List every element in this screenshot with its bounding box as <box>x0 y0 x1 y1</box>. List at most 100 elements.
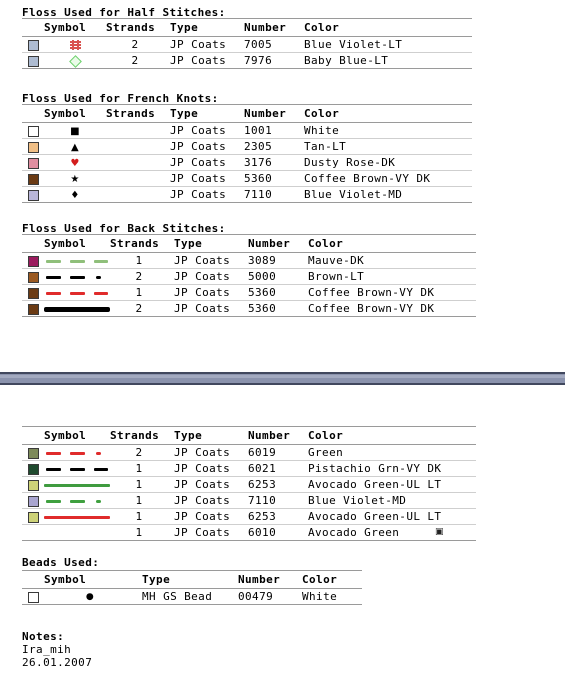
cell-swatch <box>22 52 44 69</box>
col-strands: Strands <box>110 429 168 445</box>
cell-swatch <box>22 300 44 317</box>
cell-number: 1001 <box>244 122 304 139</box>
cell-color: Tan-LT <box>304 138 472 155</box>
cell-symbol <box>44 252 110 269</box>
color-swatch <box>27 463 39 475</box>
cell-symbol <box>44 508 110 525</box>
cell-strands: 2 <box>110 268 168 285</box>
cell-strands: 1 <box>110 284 168 301</box>
col-swatch <box>22 21 44 37</box>
table-row: 1 JP Coats 5360 Coffee Brown-VY DK <box>22 284 476 301</box>
cell-strands <box>106 170 164 187</box>
cell-type: JP Coats <box>168 460 248 477</box>
cell-number: 6253 <box>248 476 308 493</box>
cell-swatch <box>22 170 44 187</box>
cell-strands: 2 <box>106 36 164 53</box>
table-row: 1 JP Coats 7110 Blue Violet-MD <box>22 492 476 509</box>
col-type: Type <box>168 429 248 445</box>
dash-dot-line-symbol-icon <box>44 272 110 283</box>
col-type: Type <box>164 107 244 123</box>
col-color: Color <box>302 573 362 589</box>
cell-swatch <box>22 476 44 493</box>
cell-type: JP Coats <box>168 508 248 525</box>
color-swatch <box>27 511 39 523</box>
col-color: Color <box>308 237 476 253</box>
stray-marker-glyph: ▣ <box>435 527 444 537</box>
table-header-row: Symbol Strands Type Number Color <box>22 21 472 37</box>
col-strands: Strands <box>110 237 168 253</box>
color-swatch <box>27 125 39 137</box>
color-swatch <box>27 591 39 603</box>
cell-symbol <box>44 492 110 509</box>
notes-block: Notes: Ira_mih 26.01.2007 <box>22 630 92 669</box>
color-swatch <box>27 189 39 201</box>
cell-type: JP Coats <box>168 252 248 269</box>
table-header-row: Symbol Type Number Color <box>22 573 362 589</box>
dot-symbol-icon: ● <box>85 591 95 602</box>
table-row: ▲ JP Coats 2305 Tan-LT <box>22 138 472 155</box>
cell-number: 5360 <box>244 170 304 187</box>
cell-number: 7110 <box>248 492 308 509</box>
solid-line-symbol-icon <box>44 480 110 491</box>
cell-color: Blue Violet-LT <box>304 36 472 53</box>
cell-color: Avocado Green-UL LT <box>308 508 476 525</box>
cell-strands: 2 <box>110 300 168 317</box>
col-number: Number <box>244 21 304 37</box>
cell-type: JP Coats <box>168 284 248 301</box>
dash-dot-line-symbol-icon <box>44 448 110 459</box>
color-swatch <box>27 141 39 153</box>
cell-swatch <box>22 284 44 301</box>
cell-number: 2305 <box>244 138 304 155</box>
color-swatch <box>27 287 39 299</box>
star-symbol-icon: ★ <box>70 173 80 185</box>
cell-swatch <box>22 588 44 605</box>
cell-type: JP Coats <box>168 444 248 461</box>
col-symbol: Symbol <box>44 429 110 445</box>
col-type: Type <box>164 21 244 37</box>
col-number: Number <box>238 573 302 589</box>
diamond-symbol-icon <box>68 54 82 68</box>
cell-number: 7976 <box>244 52 304 69</box>
cell-type: JP Coats <box>164 36 244 53</box>
table-row: ♥ JP Coats 3176 Dusty Rose-DK <box>22 154 472 171</box>
heart-symbol-icon: ♥ <box>70 157 80 169</box>
table-row: 1 JP Coats 6010 Avocado Green <box>22 524 476 541</box>
cell-number: 3176 <box>244 154 304 171</box>
cell-swatch <box>22 524 44 541</box>
col-strands: Strands <box>106 107 164 123</box>
cell-swatch <box>22 492 44 509</box>
table-row: 1 JP Coats 6021 Pistachio Grn-VY DK <box>22 460 476 477</box>
cell-color: Pistachio Grn-VY DK <box>308 460 476 477</box>
color-swatch <box>27 173 39 185</box>
cell-symbol: ● <box>44 588 136 605</box>
table-back-stitches-continued: Symbol Strands Type Number Color 2 JP Coa… <box>22 426 476 541</box>
color-swatch <box>27 303 39 315</box>
col-number: Number <box>244 107 304 123</box>
cell-symbol: ♥ <box>44 154 106 171</box>
col-swatch <box>22 107 44 123</box>
cell-symbol <box>44 300 110 317</box>
cell-type: JP Coats <box>168 492 248 509</box>
cell-number: 6019 <box>248 444 308 461</box>
hatch-symbol-icon <box>69 40 81 50</box>
cell-number: 7005 <box>244 36 304 53</box>
table-row: ■ JP Coats 1001 White <box>22 122 472 139</box>
table-row: 2 JP Coats 5000 Brown-LT <box>22 268 476 285</box>
cell-number: 00479 <box>238 588 302 605</box>
cell-color: Green <box>308 444 476 461</box>
table-row: ● MH GS Bead 00479 White <box>22 588 362 605</box>
color-swatch <box>27 157 39 169</box>
cell-symbol: ▲ <box>44 138 106 155</box>
cell-number: 6253 <box>248 508 308 525</box>
table-beads: Symbol Type Number Color ● MH GS Bead 00… <box>22 570 362 605</box>
cell-type: JP Coats <box>168 300 248 317</box>
cell-type: JP Coats <box>164 138 244 155</box>
cell-type: JP Coats <box>168 524 248 541</box>
cell-strands: 1 <box>110 524 168 541</box>
color-swatch <box>27 447 39 459</box>
cell-strands: 2 <box>106 52 164 69</box>
col-symbol: Symbol <box>44 107 106 123</box>
table-header-row: Symbol Strands Type Number Color <box>22 429 476 445</box>
col-swatch <box>22 429 44 445</box>
cell-symbol <box>44 476 110 493</box>
